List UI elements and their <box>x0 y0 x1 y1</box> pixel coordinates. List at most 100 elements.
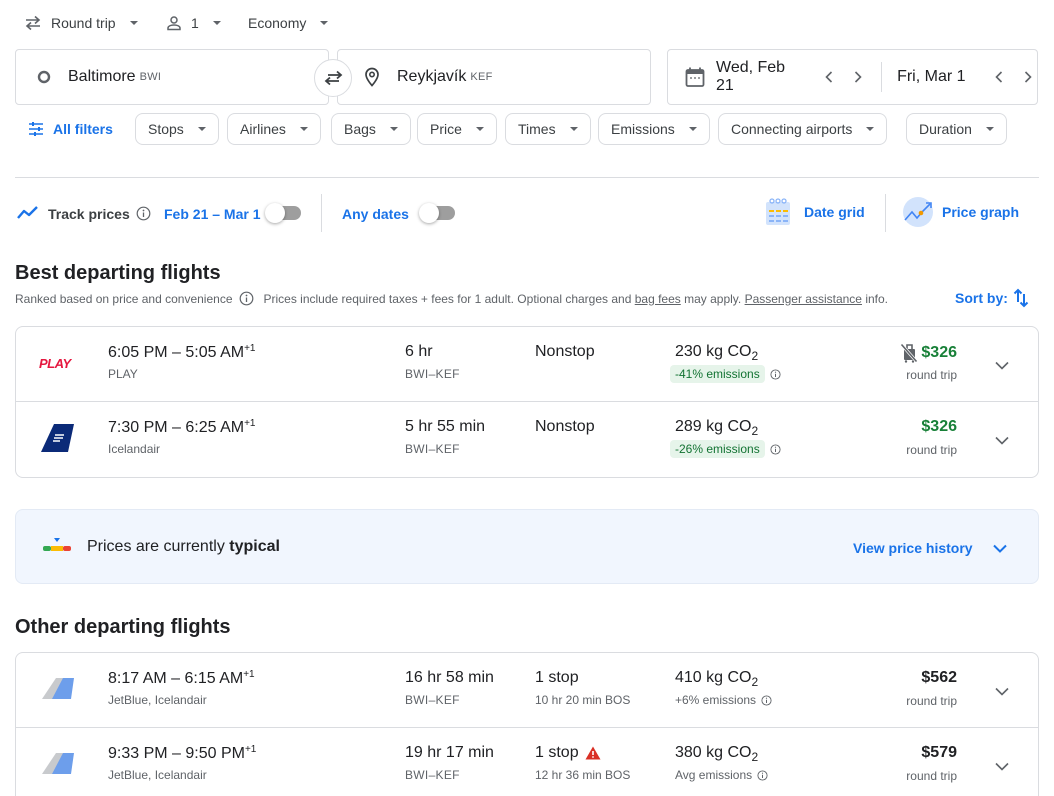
filter-chip-connecting-airports[interactable]: Connecting airports <box>718 113 888 145</box>
filter-chip-duration[interactable]: Duration <box>906 113 1007 145</box>
flight-times: 9:33 PM – 9:50 PM+1 <box>108 744 257 762</box>
airline-name: Icelandair <box>108 442 161 456</box>
track-any-dates-toggle[interactable] <box>419 203 455 223</box>
emissions-label: Avg emissions <box>675 768 753 782</box>
chip-label: Emissions <box>611 121 675 137</box>
flight-row[interactable]: 8:17 AM – 6:15 AM+1 JetBlue, Icelandair … <box>16 653 1038 728</box>
origin-code: BWI <box>139 71 162 83</box>
filter-chip-emissions[interactable]: Emissions <box>598 113 710 145</box>
flight-stops: 1 stop <box>535 744 579 761</box>
depart-next-day-button[interactable] <box>849 68 867 86</box>
price-level-icon <box>42 538 72 552</box>
toggle-knob <box>265 203 285 223</box>
cabin-class-select[interactable]: Economy <box>248 12 329 34</box>
chevron-left-icon <box>995 71 1003 83</box>
passengers-select[interactable]: 1 <box>166 12 221 34</box>
emissions-label: +6% emissions <box>675 693 757 707</box>
co2-amount: 230 kg CO2 <box>675 343 759 363</box>
all-filters-label: All filters <box>53 121 113 137</box>
chip-label: Connecting airports <box>731 121 853 137</box>
return-next-day-button[interactable] <box>1019 68 1037 86</box>
multi-airline-logo <box>38 673 78 705</box>
price-type: round trip <box>906 769 957 783</box>
view-price-history-label: View price history <box>853 540 973 556</box>
view-price-history-button[interactable]: View price history <box>853 540 1007 556</box>
icelandair-logo <box>38 422 78 454</box>
origin-field[interactable]: Baltimore BWI <box>15 49 329 105</box>
price-type: round trip <box>906 368 957 382</box>
depart-date[interactable]: Wed, Feb 21 <box>716 59 806 95</box>
filter-chip-airlines[interactable]: Airlines <box>227 113 321 145</box>
ranking-info-icon[interactable] <box>239 291 254 306</box>
flight-row[interactable]: 9:33 PM – 9:50 PM+1 JetBlue, Icelandair … <box>16 728 1038 796</box>
chevron-down-icon <box>688 127 697 131</box>
filter-chip-times[interactable]: Times <box>505 113 591 145</box>
flight-price: $562 <box>921 669 957 686</box>
price-graph-button[interactable]: Price graph <box>902 196 1019 228</box>
flight-price-group: $562 <box>921 669 957 687</box>
info-icon[interactable] <box>136 206 151 221</box>
chip-label: Price <box>430 121 462 137</box>
flight-price-group: $326 <box>900 343 957 363</box>
chevron-down-icon <box>995 687 1009 696</box>
any-dates-label: Any dates <box>342 206 409 222</box>
info-icon[interactable] <box>757 769 768 781</box>
chip-label: Bags <box>344 121 376 137</box>
best-flights-list: PLAY 6:05 PM – 5:05 AM+1 PLAY 6 hr BWI–K… <box>15 326 1039 478</box>
track-date-range-toggle[interactable] <box>265 203 301 223</box>
chevron-right-icon <box>855 71 862 83</box>
round-trip-icon <box>24 15 42 31</box>
section-divider <box>15 177 1039 178</box>
toggle-knob <box>419 203 439 223</box>
ranked-note: Ranked based on price and convenience <box>15 291 233 306</box>
depart-prev-day-button[interactable] <box>820 68 838 86</box>
flight-times: 7:30 PM – 6:25 AM+1 <box>108 418 256 436</box>
destination-field[interactable]: Reykjavík KEF <box>337 49 651 105</box>
expand-button[interactable] <box>990 428 1014 452</box>
all-filters-button[interactable]: All filters <box>28 116 113 142</box>
info-icon[interactable] <box>770 368 781 380</box>
date-grid-icon <box>764 197 792 227</box>
filter-chip-stops[interactable]: Stops <box>135 113 219 145</box>
swap-locations-button[interactable] <box>314 59 352 97</box>
sort-by-button[interactable]: Sort by: <box>955 288 1029 308</box>
info-icon[interactable] <box>770 443 781 455</box>
return-prev-day-button[interactable] <box>990 68 1008 86</box>
price-level: typical <box>229 538 280 555</box>
other-flights-list: 8:17 AM – 6:15 AM+1 JetBlue, Icelandair … <box>15 652 1039 796</box>
expand-button[interactable] <box>990 754 1014 778</box>
origin-city: Baltimore <box>68 68 136 85</box>
flight-price-group: $326 <box>921 418 957 436</box>
svg-text:PLAY: PLAY <box>39 356 73 370</box>
view-divider <box>885 194 886 232</box>
flight-route: BWI–KEF <box>405 442 460 456</box>
price-type: round trip <box>906 443 957 457</box>
expand-button[interactable] <box>990 353 1014 377</box>
price-note-middle: may apply. <box>680 291 745 306</box>
filter-chip-bags[interactable]: Bags <box>331 113 411 145</box>
filter-chip-price[interactable]: Price <box>417 113 497 145</box>
track-prices-label: Track prices <box>48 206 130 222</box>
bag-fees-link[interactable]: bag fees <box>635 292 681 306</box>
flight-row[interactable]: 7:30 PM – 6:25 AM+1 Icelandair 5 hr 55 m… <box>16 402 1038 477</box>
sort-by-label: Sort by: <box>955 290 1008 306</box>
date-grid-label: Date grid <box>804 204 865 220</box>
track-divider <box>321 194 322 232</box>
chevron-down-icon <box>129 21 138 25</box>
passenger-assistance-link[interactable]: Passenger assistance <box>745 292 862 306</box>
expand-button[interactable] <box>990 679 1014 703</box>
flight-times: 6:05 PM – 5:05 AM+1 <box>108 343 256 361</box>
chevron-down-icon <box>389 127 398 131</box>
flight-stops-group: 1 stop <box>535 744 601 762</box>
return-date[interactable]: Fri, Mar 1 <box>897 68 974 86</box>
other-flights-title: Other departing flights <box>15 616 231 638</box>
info-icon[interactable] <box>761 694 772 706</box>
chevron-down-icon <box>995 436 1009 445</box>
destination-code: KEF <box>470 71 493 83</box>
flight-row[interactable]: PLAY 6:05 PM – 5:05 AM+1 PLAY 6 hr BWI–K… <box>16 327 1038 402</box>
date-grid-button[interactable]: Date grid <box>764 197 865 227</box>
layover-info: 10 hr 20 min BOS <box>535 693 631 707</box>
flight-price: $579 <box>921 744 957 761</box>
swap-icon <box>324 70 343 86</box>
trip-type-select[interactable]: Round trip <box>24 12 138 34</box>
